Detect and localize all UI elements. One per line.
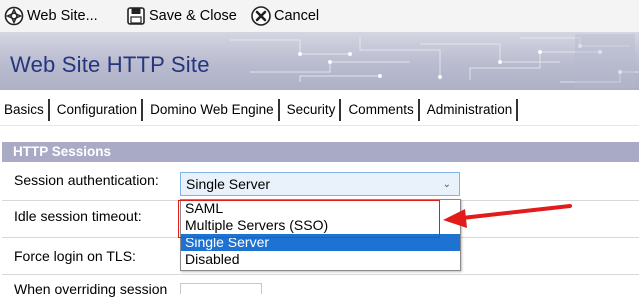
section-title: HTTP Sessions <box>13 144 112 159</box>
web-site-icon <box>4 6 24 26</box>
idle-timeout-label: Idle session timeout: <box>14 208 142 224</box>
web-site-button[interactable]: Web Site... <box>4 4 98 28</box>
save-close-button[interactable]: Save & Close <box>126 4 237 28</box>
overriding-session-label: When overriding session <box>14 281 168 297</box>
tab-comments[interactable]: Comments <box>344 99 420 121</box>
cancel-button[interactable]: Cancel <box>251 4 319 28</box>
web-site-label: Web Site... <box>27 8 98 24</box>
row-divider <box>2 274 639 275</box>
cancel-label: Cancel <box>274 8 320 24</box>
save-icon <box>127 7 145 25</box>
overriding-session-field[interactable] <box>180 283 262 294</box>
tab-administration[interactable]: Administration <box>423 99 519 121</box>
force-login-label: Force login on TLS: <box>14 248 136 264</box>
tab-basics[interactable]: Basics <box>0 99 50 121</box>
tab-domino-web-engine[interactable]: Domino Web Engine <box>146 99 280 121</box>
toolbar: Web Site... Save & Close Cancel <box>0 0 639 32</box>
cancel-icon <box>251 6 271 26</box>
section-header: HTTP Sessions <box>2 142 639 162</box>
tab-divider <box>0 125 639 126</box>
save-close-label: Save & Close <box>149 8 237 24</box>
tab-security[interactable]: Security <box>283 99 342 121</box>
option-disabled[interactable]: Disabled <box>181 251 460 268</box>
tab-bar: Basics Configuration Domino Web Engine S… <box>0 97 521 123</box>
tab-configuration[interactable]: Configuration <box>53 99 144 121</box>
chevron-down-icon: ⌄ <box>442 179 451 190</box>
session-auth-label: Session authentication: <box>14 172 159 188</box>
annotation-highlight-box <box>178 200 440 238</box>
session-auth-value: Single Server <box>186 176 271 192</box>
session-auth-select[interactable]: Single Server ⌄ <box>180 172 460 196</box>
page-banner: Web Site HTTP Site <box>0 32 639 90</box>
page-title: Web Site HTTP Site <box>10 52 210 77</box>
